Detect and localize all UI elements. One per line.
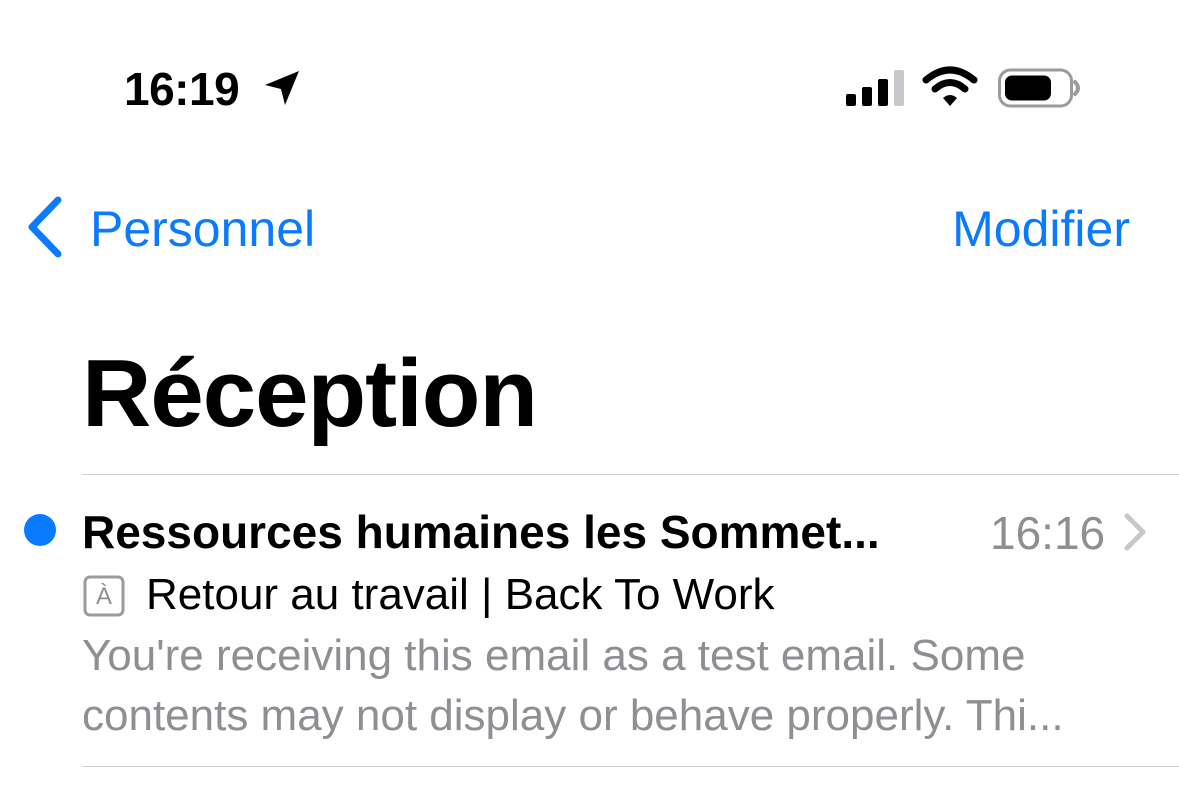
mail-preview: You're receiving this email as a test em… [82, 626, 1122, 746]
divider [82, 766, 1179, 767]
divider [82, 474, 1179, 475]
translation-glyph: À [95, 583, 112, 610]
page-title: Réception [82, 340, 538, 447]
translation-icon: À [82, 574, 126, 618]
back-button[interactable]: Personnel [20, 190, 330, 262]
unread-dot [24, 514, 56, 546]
chevron-right-icon [1124, 513, 1146, 551]
mail-preview-line-1: You're receiving this email as a test em… [82, 631, 1026, 680]
mail-preview-line-2: contents may not display or behave prope… [82, 691, 1064, 740]
chevron-left-icon [28, 196, 62, 258]
mail-time: 16:16 [990, 507, 1106, 559]
edit-button[interactable]: Modifier [952, 200, 1130, 258]
mail-list-item[interactable]: Ressources humaines les Sommet... 16:16 … [0, 476, 1179, 766]
status-time: 16:19 [124, 63, 240, 115]
wifi-icon [922, 66, 978, 106]
cellular-signal-icon [846, 70, 904, 106]
location-arrow-icon [265, 71, 299, 105]
back-label: Personnel [90, 201, 316, 257]
battery-icon [998, 68, 1080, 108]
mail-subject: Retour au travail | Back To Work [146, 570, 775, 619]
mail-sender: Ressources humaines les Sommet... [82, 506, 880, 558]
